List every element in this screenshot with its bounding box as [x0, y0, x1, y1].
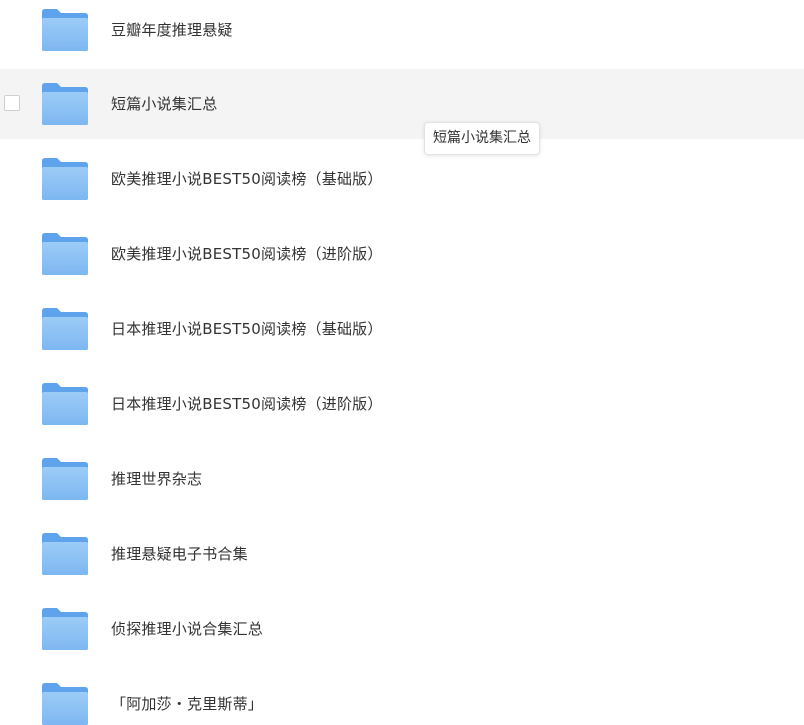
file-name[interactable]: 豆瓣年度推理悬疑	[111, 19, 233, 41]
folder-icon	[42, 308, 88, 350]
file-name[interactable]: 日本推理小说BEST50阅读榜（进阶版）	[111, 393, 383, 415]
row-checkbox[interactable]	[4, 95, 20, 111]
file-row[interactable]: 日本推理小说BEST50阅读榜（基础版）	[0, 294, 804, 364]
file-row[interactable]: 短篇小说集汇总	[0, 69, 804, 139]
file-name[interactable]: 日本推理小说BEST50阅读榜（基础版）	[111, 318, 383, 340]
file-name[interactable]: 侦探推理小说合集汇总	[111, 618, 263, 640]
folder-icon	[42, 533, 88, 575]
folder-icon	[42, 608, 88, 650]
file-name[interactable]: 短篇小说集汇总	[111, 93, 217, 115]
file-name[interactable]: 欧美推理小说BEST50阅读榜（进阶版）	[111, 243, 383, 265]
file-list: 豆瓣年度推理悬疑 短篇小说集汇总 欧美推理小说BEST50阅读榜（基础版） 欧美…	[0, 0, 804, 725]
folder-icon	[42, 158, 88, 200]
file-row[interactable]: 日本推理小说BEST50阅读榜（进阶版）	[0, 369, 804, 439]
folder-icon	[42, 683, 88, 725]
file-row[interactable]: 豆瓣年度推理悬疑	[0, 0, 804, 65]
folder-icon	[42, 83, 88, 125]
file-row[interactable]: 侦探推理小说合集汇总	[0, 594, 804, 664]
folder-icon	[42, 233, 88, 275]
folder-icon	[42, 458, 88, 500]
file-name[interactable]: 推理悬疑电子书合集	[111, 543, 248, 565]
file-row[interactable]: 欧美推理小说BEST50阅读榜（进阶版）	[0, 219, 804, 289]
filename-tooltip: 短篇小说集汇总	[424, 122, 540, 155]
file-row[interactable]: 「阿加莎・克里斯蒂」	[0, 669, 804, 725]
file-row[interactable]: 推理世界杂志	[0, 444, 804, 514]
file-row[interactable]: 推理悬疑电子书合集	[0, 519, 804, 589]
file-name[interactable]: 欧美推理小说BEST50阅读榜（基础版）	[111, 168, 383, 190]
file-name[interactable]: 「阿加莎・克里斯蒂」	[111, 693, 263, 715]
folder-icon	[42, 9, 88, 51]
folder-icon	[42, 383, 88, 425]
file-row[interactable]: 欧美推理小说BEST50阅读榜（基础版）	[0, 144, 804, 214]
file-name[interactable]: 推理世界杂志	[111, 468, 202, 490]
